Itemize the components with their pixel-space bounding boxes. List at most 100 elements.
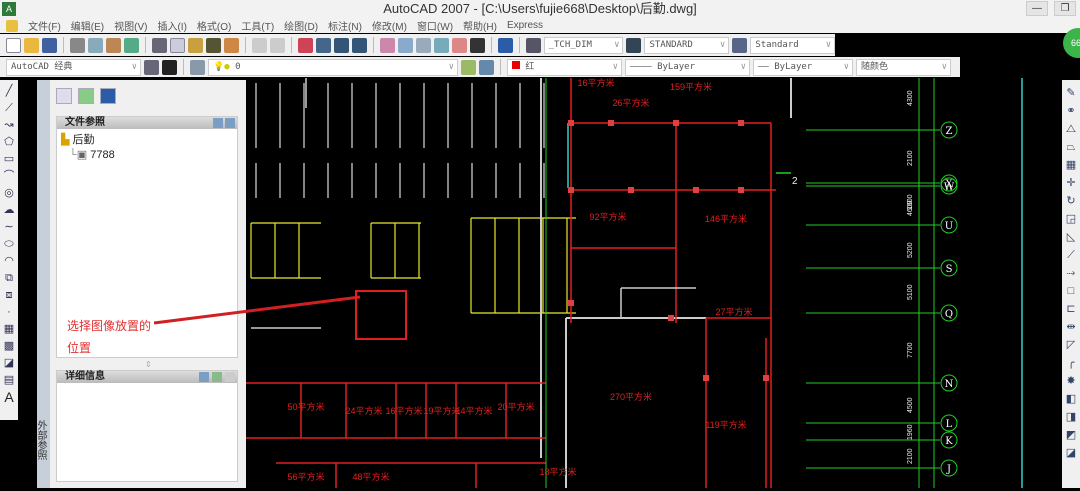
table-icon[interactable]: ▤ — [4, 373, 14, 387]
redo-icon[interactable] — [269, 37, 285, 53]
zoom-window-icon[interactable] — [333, 37, 349, 53]
arc-icon[interactable]: ⌒ — [4, 169, 15, 183]
array-icon[interactable]: ▦ — [1066, 158, 1076, 173]
collapse-icon[interactable] — [225, 372, 235, 382]
region-icon[interactable]: ◪ — [4, 356, 14, 370]
break-icon[interactable]: ⊏ — [1066, 302, 1075, 317]
splitter-handle[interactable]: ⇕ — [145, 360, 152, 369]
details-view-icon[interactable] — [199, 372, 209, 382]
menu-view[interactable]: 视图(V) — [114, 18, 147, 33]
gradient-icon[interactable]: ▩ — [4, 339, 14, 353]
sheet-set-icon[interactable] — [433, 37, 449, 53]
scale-icon[interactable]: ◲ — [1066, 212, 1076, 227]
mtext-icon[interactable]: A — [4, 390, 13, 404]
copy-object-icon[interactable]: ⚭ — [1066, 104, 1075, 119]
menu-tools[interactable]: 工具(T) — [241, 18, 274, 33]
bring-above-icon[interactable]: ◩ — [1066, 428, 1076, 443]
make-layer-current-icon[interactable] — [461, 59, 476, 75]
attach-reference-icon[interactable] — [56, 88, 72, 104]
minimize-button[interactable]: — — [1026, 1, 1048, 16]
autocad-app-icon[interactable]: A — [2, 2, 16, 16]
plotstyle-select[interactable]: 随颜色 ∨ — [856, 58, 951, 76]
move-icon[interactable]: ✛ — [1066, 176, 1075, 191]
tree-view-icon[interactable] — [225, 118, 235, 128]
ellipse-icon[interactable]: ⬭ — [4, 237, 13, 251]
color-select[interactable]: 红 ∨ — [507, 58, 622, 76]
lineweight-select[interactable]: —— ByLayer ∨ — [753, 58, 853, 76]
chamfer-icon[interactable]: ◸ — [1067, 338, 1075, 353]
line-icon[interactable]: ╱ — [6, 84, 13, 98]
new-icon[interactable] — [6, 37, 21, 53]
menu-modify[interactable]: 修改(M) — [372, 18, 407, 33]
design-center-icon[interactable] — [397, 37, 413, 53]
save-icon[interactable] — [41, 37, 57, 53]
menu-format[interactable]: 格式(O) — [197, 18, 231, 33]
table-style-select[interactable]: Standard ∨ — [750, 36, 836, 54]
paste-icon[interactable] — [187, 37, 203, 53]
drawing-canvas[interactable]: Z X W U S Q N L K J 4300 2100 1600 4600 5200 5100 7700 45… — [246, 77, 1060, 488]
print-icon[interactable] — [69, 37, 85, 53]
menu-insert[interactable]: 插入(I) — [157, 18, 186, 33]
erase-icon[interactable]: ✎ — [1066, 86, 1075, 101]
cut-icon[interactable] — [151, 37, 167, 53]
markup-icon[interactable] — [451, 37, 467, 53]
text-style-select[interactable]: _TCH_DIM ∨ — [543, 36, 624, 54]
construction-line-icon[interactable]: ⟋ — [5, 101, 13, 115]
copy-icon[interactable] — [169, 37, 185, 53]
break-at-point-icon[interactable]: □ — [1068, 284, 1075, 299]
tree-item[interactable]: └▣ 7788 — [57, 147, 237, 161]
menu-file[interactable]: 文件(F) — [28, 18, 61, 33]
match-properties-icon[interactable] — [205, 37, 221, 53]
polygon-icon[interactable]: ⬠ — [4, 135, 14, 149]
zoom-previous-icon[interactable] — [351, 37, 367, 53]
insert-block-icon[interactable]: ⧉ — [5, 271, 13, 285]
explode-icon[interactable]: ✸ — [1066, 374, 1075, 389]
plot-icon[interactable] — [123, 37, 139, 53]
open-icon[interactable] — [23, 37, 39, 53]
properties-icon[interactable] — [379, 37, 395, 53]
trim-icon[interactable]: ⟋ — [1067, 248, 1075, 263]
help-icon[interactable] — [497, 37, 513, 53]
preview-view-icon[interactable] — [212, 372, 222, 382]
revcloud-icon[interactable]: ☁ — [4, 203, 15, 217]
document-icon[interactable] — [6, 19, 18, 32]
fillet-icon[interactable]: ╭ — [1068, 356, 1075, 371]
block-editor-icon[interactable] — [223, 37, 239, 53]
menu-window[interactable]: 窗口(W) — [417, 18, 453, 33]
layer-previous-icon[interactable] — [479, 59, 494, 75]
rectangle-icon[interactable]: ▭ — [4, 152, 14, 166]
stretch-icon[interactable]: ◺ — [1067, 230, 1075, 245]
zoom-realtime-icon[interactable] — [315, 37, 331, 53]
ellipse-arc-icon[interactable]: ◠ — [4, 254, 14, 268]
layer-select[interactable]: 💡● 0 ∨ — [208, 58, 458, 76]
make-block-icon[interactable]: ⧈ — [6, 288, 13, 302]
menu-draw[interactable]: 绘图(D) — [284, 18, 318, 33]
dim-style-select[interactable]: STANDARD ∨ — [644, 36, 730, 54]
workspace-select[interactable]: AutoCAD 经典 ∨ — [6, 58, 141, 76]
rotate-icon[interactable]: ↻ — [1066, 194, 1075, 209]
publish-icon[interactable] — [105, 37, 121, 53]
layer-manager-icon[interactable] — [190, 59, 205, 75]
draw-order-front-icon[interactable]: ◧ — [1066, 392, 1076, 407]
send-under-icon[interactable]: ◪ — [1066, 446, 1076, 461]
workspace-settings-icon[interactable] — [144, 59, 159, 75]
pan-icon[interactable] — [297, 37, 313, 53]
hatch-icon[interactable]: ▦ — [4, 322, 14, 336]
tree-item[interactable]: ▙ 后勤 — [57, 129, 237, 147]
extend-icon[interactable]: ⤑ — [1067, 266, 1076, 281]
calculator-icon[interactable] — [469, 37, 485, 53]
restore-button[interactable]: ❐ — [1054, 1, 1076, 16]
tool-palettes-icon[interactable] — [415, 37, 431, 53]
join-icon[interactable]: ⇹ — [1066, 320, 1075, 335]
spline-icon[interactable]: ∼ — [4, 220, 13, 234]
undo-icon[interactable] — [251, 37, 267, 53]
preview-icon[interactable] — [87, 37, 103, 53]
draw-order-back-icon[interactable]: ◨ — [1066, 410, 1076, 425]
menu-edit[interactable]: 编辑(E) — [71, 18, 104, 33]
refresh-icon[interactable] — [78, 88, 94, 104]
offset-icon[interactable]: ⏢ — [1067, 140, 1076, 155]
menu-help[interactable]: 帮助(H) — [463, 18, 497, 33]
list-view-icon[interactable] — [213, 118, 223, 128]
mirror-icon[interactable]: ⧍ — [1066, 122, 1076, 137]
menu-express[interactable]: Express — [507, 20, 543, 31]
